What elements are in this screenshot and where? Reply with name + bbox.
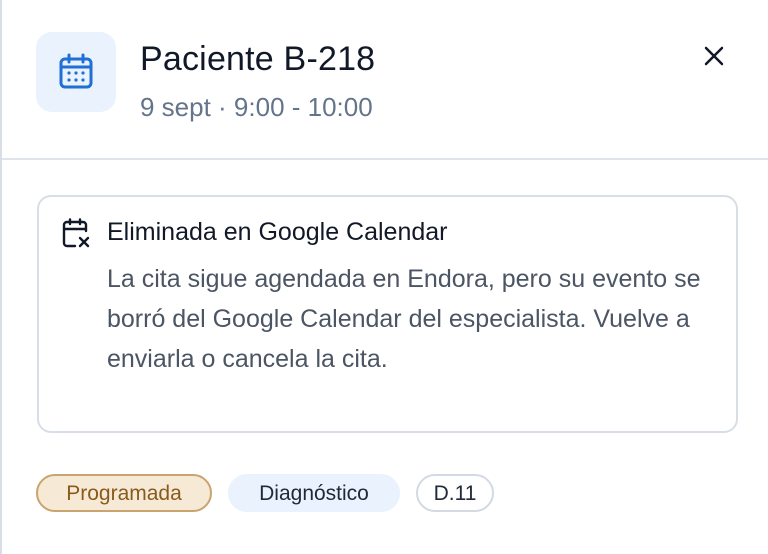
calendar-icon [59, 53, 93, 89]
alert-title: Eliminada en Google Calendar [107, 218, 448, 246]
room-badge: D.11 [416, 474, 494, 512]
appointment-header: Paciente B-218 9 sept · 9:00 - 10:00 [2, 0, 768, 160]
calendar-icon-container [36, 32, 116, 112]
close-icon [704, 46, 724, 66]
calendar-x-icon [62, 218, 90, 248]
status-badge: Programada [36, 474, 212, 512]
close-button[interactable] [694, 36, 734, 76]
appointment-detail-panel: Paciente B-218 9 sept · 9:00 - 10:00 Eli… [0, 0, 768, 554]
patient-title: Paciente B-218 [140, 40, 376, 78]
appointment-time: 9 sept · 9:00 - 10:00 [140, 92, 373, 122]
calendar-deleted-alert: Eliminada en Google Calendar La cita sig… [37, 195, 738, 433]
appointment-type-badge: Diagnóstico [228, 474, 400, 512]
alert-message: La cita sigue agendada en Endora, pero s… [107, 265, 701, 373]
